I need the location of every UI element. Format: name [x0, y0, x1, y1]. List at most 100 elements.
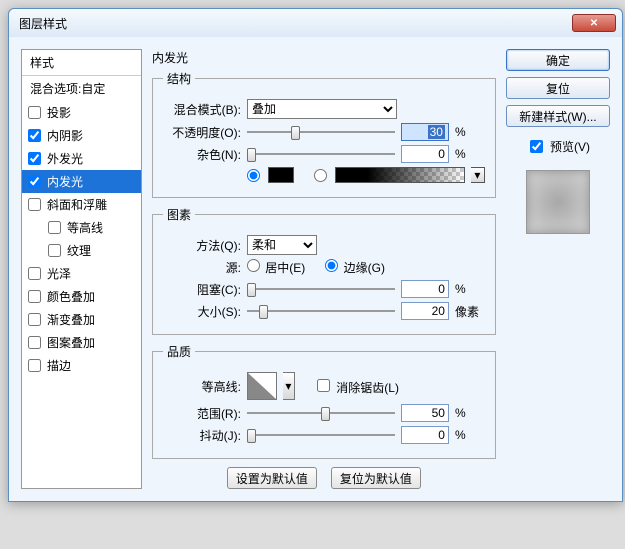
style-item[interactable]: 纹理 [22, 239, 141, 262]
style-item[interactable]: 斜面和浮雕 [22, 193, 141, 216]
close-button[interactable]: ✕ [572, 14, 616, 32]
structure-group: 结构 混合模式(B): 叠加 不透明度(O): 30 % 杂色(N): 0 % [152, 70, 496, 198]
style-label: 外发光 [47, 150, 83, 167]
make-default-button[interactable]: 设置为默认值 [227, 467, 317, 489]
style-item[interactable]: 描边 [22, 354, 141, 377]
source-label: 源: [163, 259, 241, 276]
opacity-label: 不透明度(O): [163, 124, 241, 141]
preview-thumbnail [526, 170, 590, 234]
range-unit: % [455, 406, 485, 420]
opacity-unit: % [455, 125, 485, 139]
choke-unit: % [455, 282, 485, 296]
style-label: 渐变叠加 [47, 311, 95, 328]
source-edge-radio[interactable] [325, 259, 338, 272]
contour-dropdown-icon[interactable]: ▾ [283, 372, 295, 400]
jitter-slider[interactable] [247, 426, 395, 444]
source-center-radio[interactable] [247, 259, 260, 272]
style-checkbox[interactable] [28, 313, 41, 326]
window-title: 图层样式 [19, 15, 67, 32]
new-style-button[interactable]: 新建样式(W)... [506, 105, 610, 127]
range-input[interactable]: 50 [401, 404, 449, 422]
ok-button[interactable]: 确定 [506, 49, 610, 71]
size-label: 大小(S): [163, 303, 241, 320]
style-item[interactable]: 光泽 [22, 262, 141, 285]
style-item[interactable]: 内发光 [22, 170, 141, 193]
style-item[interactable]: 图案叠加 [22, 331, 141, 354]
choke-slider[interactable] [247, 280, 395, 298]
noise-label: 杂色(N): [163, 146, 241, 163]
style-checkbox[interactable] [48, 244, 61, 257]
style-item[interactable]: 外发光 [22, 147, 141, 170]
style-item[interactable]: 颜色叠加 [22, 285, 141, 308]
reset-default-button[interactable]: 复位为默认值 [331, 467, 421, 489]
style-checkbox[interactable] [28, 152, 41, 165]
settings-panel: 内发光 结构 混合模式(B): 叠加 不透明度(O): 30 % 杂色(N): … [152, 49, 496, 489]
style-checkbox[interactable] [28, 290, 41, 303]
side-panel: 确定 复位 新建样式(W)... 预览(V) [506, 49, 610, 489]
opacity-slider[interactable] [247, 123, 395, 141]
gradient-radio[interactable] [314, 169, 327, 182]
jitter-input[interactable]: 0 [401, 426, 449, 444]
source-center-option[interactable]: 居中(E) [247, 259, 305, 276]
style-label: 图案叠加 [47, 334, 95, 351]
choke-input[interactable]: 0 [401, 280, 449, 298]
gradient-preview[interactable] [335, 167, 465, 183]
style-label: 投影 [47, 104, 71, 121]
cancel-button[interactable]: 复位 [506, 77, 610, 99]
quality-group: 品质 等高线: ▾ 消除锯齿(L) 范围(R): 50 % 抖动(J): 0 [152, 343, 496, 459]
style-item[interactable]: 等高线 [22, 216, 141, 239]
preview-checkbox[interactable] [530, 140, 543, 153]
blend-mode-label: 混合模式(B): [163, 101, 241, 118]
range-slider[interactable] [247, 404, 395, 422]
style-label: 等高线 [67, 219, 103, 236]
style-checkbox[interactable] [28, 198, 41, 211]
technique-label: 方法(Q): [163, 237, 241, 254]
antialias-option[interactable]: 消除锯齿(L) [313, 376, 399, 396]
blend-mode-select[interactable]: 叠加 [247, 99, 397, 119]
style-checkbox[interactable] [28, 336, 41, 349]
style-item[interactable]: 内阴影 [22, 124, 141, 147]
style-label: 纹理 [67, 242, 91, 259]
styles-header[interactable]: 样式 [22, 50, 141, 76]
style-checkbox[interactable] [28, 175, 41, 188]
elements-legend: 图素 [163, 206, 195, 223]
blend-options-header[interactable]: 混合选项:自定 [22, 76, 141, 101]
style-checkbox[interactable] [28, 267, 41, 280]
contour-label: 等高线: [163, 378, 241, 395]
noise-input[interactable]: 0 [401, 145, 449, 163]
range-label: 范围(R): [163, 405, 241, 422]
antialias-checkbox[interactable] [317, 379, 330, 392]
style-label: 描边 [47, 357, 71, 374]
noise-slider[interactable] [247, 145, 395, 163]
color-swatch[interactable] [268, 167, 294, 183]
jitter-label: 抖动(J): [163, 427, 241, 444]
style-label: 光泽 [47, 265, 71, 282]
noise-unit: % [455, 147, 485, 161]
gradient-dropdown-icon[interactable]: ▾ [471, 167, 485, 183]
style-label: 颜色叠加 [47, 288, 95, 305]
style-checkbox[interactable] [28, 129, 41, 142]
size-unit: 像素 [455, 303, 485, 320]
style-checkbox[interactable] [28, 106, 41, 119]
elements-group: 图素 方法(Q): 柔和 源: 居中(E) 边缘(G) 阻塞(C): 0 % [152, 206, 496, 335]
style-item[interactable]: 渐变叠加 [22, 308, 141, 331]
style-checkbox[interactable] [48, 221, 61, 234]
titlebar[interactable]: 图层样式 ✕ [9, 9, 622, 37]
structure-legend: 结构 [163, 70, 195, 87]
size-slider[interactable] [247, 302, 395, 320]
choke-label: 阻塞(C): [163, 281, 241, 298]
dialog-content: 样式 混合选项:自定 投影内阴影外发光内发光斜面和浮雕等高线纹理光泽颜色叠加渐变… [9, 37, 622, 501]
technique-select[interactable]: 柔和 [247, 235, 317, 255]
source-edge-option[interactable]: 边缘(G) [325, 259, 385, 276]
size-input[interactable]: 20 [401, 302, 449, 320]
style-item[interactable]: 投影 [22, 101, 141, 124]
close-icon: ✕ [590, 18, 598, 29]
color-radio[interactable] [247, 169, 260, 182]
opacity-input[interactable]: 30 [401, 123, 449, 141]
style-label: 内发光 [47, 173, 83, 190]
quality-legend: 品质 [163, 343, 195, 360]
layer-style-dialog: 图层样式 ✕ 样式 混合选项:自定 投影内阴影外发光内发光斜面和浮雕等高线纹理光… [8, 8, 623, 502]
contour-picker[interactable] [247, 372, 277, 400]
style-checkbox[interactable] [28, 359, 41, 372]
style-label: 斜面和浮雕 [47, 196, 107, 213]
